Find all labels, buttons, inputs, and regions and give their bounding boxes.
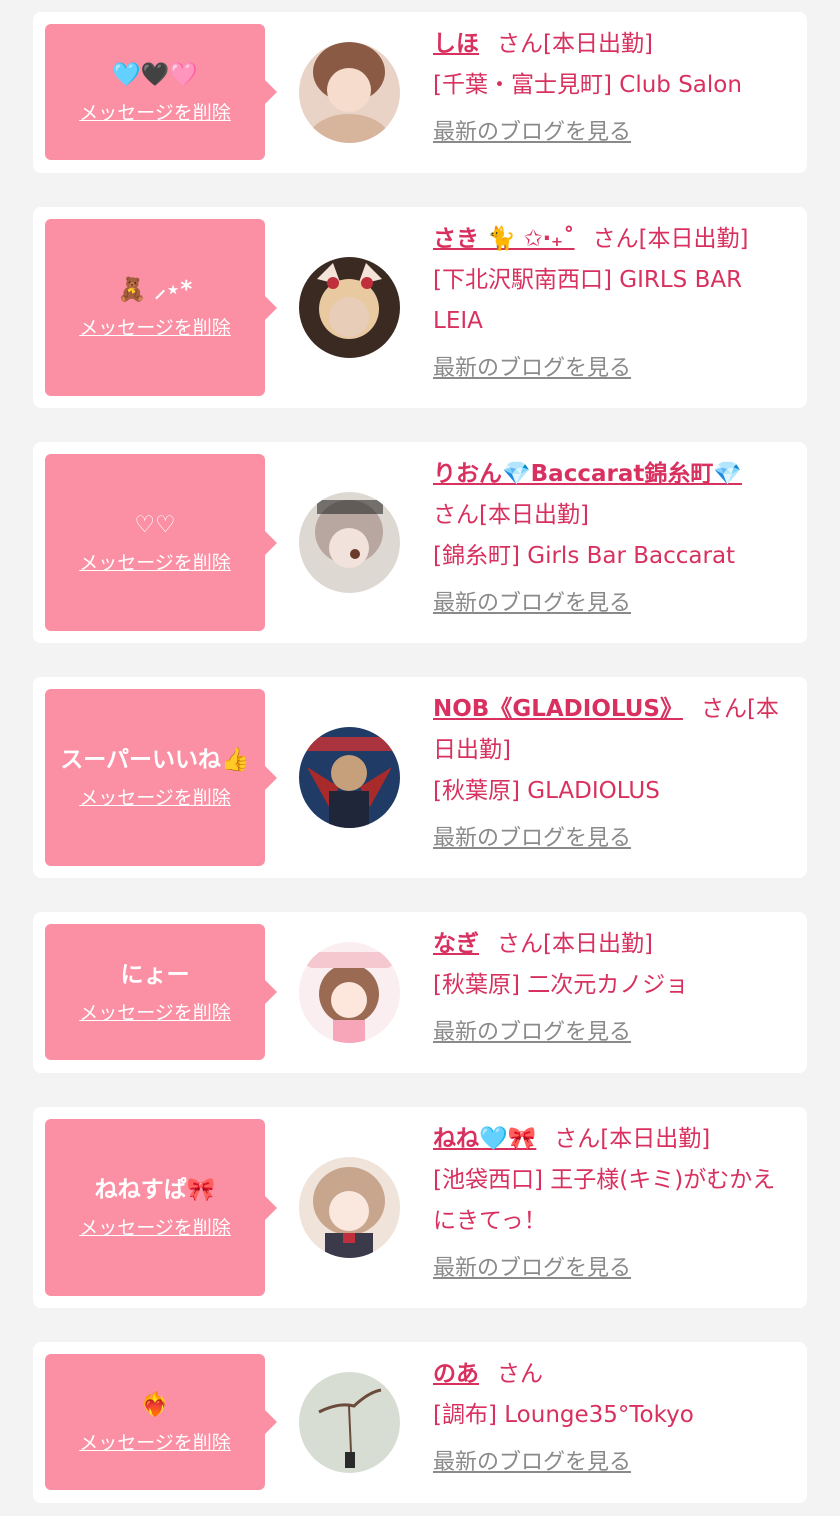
message-bubble: にょー メッセージを削除: [45, 924, 277, 1060]
cast-name-link[interactable]: しほ: [433, 31, 479, 57]
cast-info: りおん💎Baccarat錦糸町💎 さん[本日出勤] [錦糸町] Girls Bar…: [433, 454, 793, 621]
delete-message-link[interactable]: メッセージを削除: [79, 1428, 231, 1455]
profile-photo-icon: [299, 1157, 400, 1258]
shop-info: [錦糸町] Girls Bar Baccarat: [433, 543, 736, 569]
delete-message-link[interactable]: メッセージを削除: [79, 98, 231, 125]
cast-status: さん: [497, 1361, 543, 1387]
message-text: スーパーいいね👍: [60, 747, 250, 773]
avatar[interactable]: [299, 42, 400, 143]
avatar[interactable]: [299, 942, 400, 1043]
cast-name-link[interactable]: りおん💎Baccarat錦糸町💎: [433, 461, 742, 487]
avatar[interactable]: [299, 727, 400, 828]
latest-blog-link[interactable]: 最新のブログを見る: [433, 352, 631, 386]
message-text: にょー: [120, 961, 190, 988]
cast-info: のあ さん [調布] Lounge35°Tokyo 最新のブログを見る: [433, 1354, 793, 1480]
shop-info: [千葉・富士見町] Club Salon: [433, 72, 742, 98]
favorite-list: 🩵🖤🩷 メッセージを削除 しほ さん[本日出勤] [千葉・富士見町] Club S…: [0, 0, 840, 1516]
cast-status: さん[本日出勤]: [497, 31, 653, 57]
shop-info: [秋葉原] 二次元カノジョ: [433, 972, 689, 998]
profile-photo-icon: [299, 42, 400, 143]
delete-message-link[interactable]: メッセージを削除: [79, 313, 231, 340]
message-bubble: スーパーいいね👍 メッセージを削除: [45, 689, 277, 866]
avatar[interactable]: [299, 1372, 400, 1473]
favorite-card: ねねすぱ🎀 メッセージを削除 ねね🩵🎀 さん[本日出勤] [池袋西口] 王子様(キ…: [33, 1107, 807, 1308]
cast-info: しほ さん[本日出勤] [千葉・富士見町] Club Salon 最新のブログを見…: [433, 24, 793, 150]
message-bubble: 🩵🖤🩷 メッセージを削除: [45, 24, 277, 160]
latest-blog-link[interactable]: 最新のブログを見る: [433, 822, 631, 856]
cast-info: NOB《GLADIOLUS》 さん[本日出勤] [秋葉原] GLADIOLUS 最…: [433, 689, 793, 856]
latest-blog-link[interactable]: 最新のブログを見る: [433, 116, 631, 150]
cast-name-link[interactable]: さき 🐈 ✩‧₊˚: [433, 226, 575, 252]
avatar[interactable]: [299, 257, 400, 358]
cast-info: さき 🐈 ✩‧₊˚ さん[本日出勤] [下北沢駅南西口] GIRLS BAR LE…: [433, 219, 793, 386]
favorite-card: ❤️‍🔥 メッセージを削除 のあ さん [調布] Lounge35°Tokyo 最…: [33, 1342, 807, 1503]
cast-info: なぎ さん[本日出勤] [秋葉原] 二次元カノジョ 最新のブログを見る: [433, 924, 793, 1050]
message-text: 🧸 ⸝⋆*: [117, 277, 193, 303]
cast-name-link[interactable]: なぎ: [433, 931, 479, 957]
profile-photo-icon: [299, 257, 400, 358]
cast-status: さん[本日出勤]: [433, 502, 589, 528]
cast-status: さん[本日出勤]: [497, 931, 653, 957]
message-bubble: ねねすぱ🎀 メッセージを削除: [45, 1119, 277, 1296]
message-text: ❤️‍🔥: [140, 1391, 170, 1418]
message-text: 🩵🖤🩷: [112, 61, 198, 88]
favorite-card: 🩵🖤🩷 メッセージを削除 しほ さん[本日出勤] [千葉・富士見町] Club S…: [33, 12, 807, 173]
latest-blog-link[interactable]: 最新のブログを見る: [433, 587, 631, 621]
message-bubble: ❤️‍🔥 メッセージを削除: [45, 1354, 277, 1490]
shop-info: [池袋西口] 王子様(キミ)がむかえにきてっ！: [433, 1167, 776, 1234]
favorite-card: にょー メッセージを削除 なぎ さん[本日出勤] [秋葉原] 二次元カノジョ 最新…: [33, 912, 807, 1073]
message-bubble: ♡♡ メッセージを削除: [45, 454, 277, 631]
avatar[interactable]: [299, 1157, 400, 1258]
delete-message-link[interactable]: メッセージを削除: [79, 548, 231, 575]
latest-blog-link[interactable]: 最新のブログを見る: [433, 1016, 631, 1050]
cast-name-link[interactable]: ねね🩵🎀: [433, 1126, 536, 1152]
latest-blog-link[interactable]: 最新のブログを見る: [433, 1252, 631, 1286]
shop-info: [調布] Lounge35°Tokyo: [433, 1402, 694, 1428]
latest-blog-link[interactable]: 最新のブログを見る: [433, 1446, 631, 1480]
favorite-card: スーパーいいね👍 メッセージを削除 NOB《GLADIOLUS》 さん[本日出勤]…: [33, 677, 807, 878]
favorite-card: 🧸 ⸝⋆* メッセージを削除 さき 🐈 ✩‧₊˚ さん[本日出勤] [下北沢駅南西…: [33, 207, 807, 408]
profile-photo-icon: [299, 492, 400, 593]
favorite-card: ♡♡ メッセージを削除 りおん💎Baccarat錦糸町💎 さん[本日出勤] [錦糸…: [33, 442, 807, 643]
delete-message-link[interactable]: メッセージを削除: [79, 998, 231, 1025]
avatar[interactable]: [299, 492, 400, 593]
cast-name-link[interactable]: のあ: [433, 1361, 479, 1387]
shop-info: [秋葉原] GLADIOLUS: [433, 778, 660, 804]
delete-message-link[interactable]: メッセージを削除: [79, 783, 231, 810]
profile-photo-icon: [299, 942, 400, 1043]
message-bubble: 🧸 ⸝⋆* メッセージを削除: [45, 219, 277, 396]
delete-message-link[interactable]: メッセージを削除: [79, 1213, 231, 1240]
message-text: ♡♡: [134, 512, 176, 538]
message-text: ねねすぱ🎀: [94, 1177, 216, 1203]
profile-photo-icon: [299, 727, 400, 828]
profile-photo-icon: [299, 1372, 400, 1473]
cast-status: さん[本日出勤]: [592, 226, 749, 252]
cast-name-link[interactable]: NOB《GLADIOLUS》: [433, 696, 683, 722]
cast-status: さん[本日出勤]: [554, 1126, 711, 1152]
cast-info: ねね🩵🎀 さん[本日出勤] [池袋西口] 王子様(キミ)がむかえにきてっ！ 最新の…: [433, 1119, 793, 1286]
shop-info: [下北沢駅南西口] GIRLS BAR LEIA: [433, 267, 743, 334]
